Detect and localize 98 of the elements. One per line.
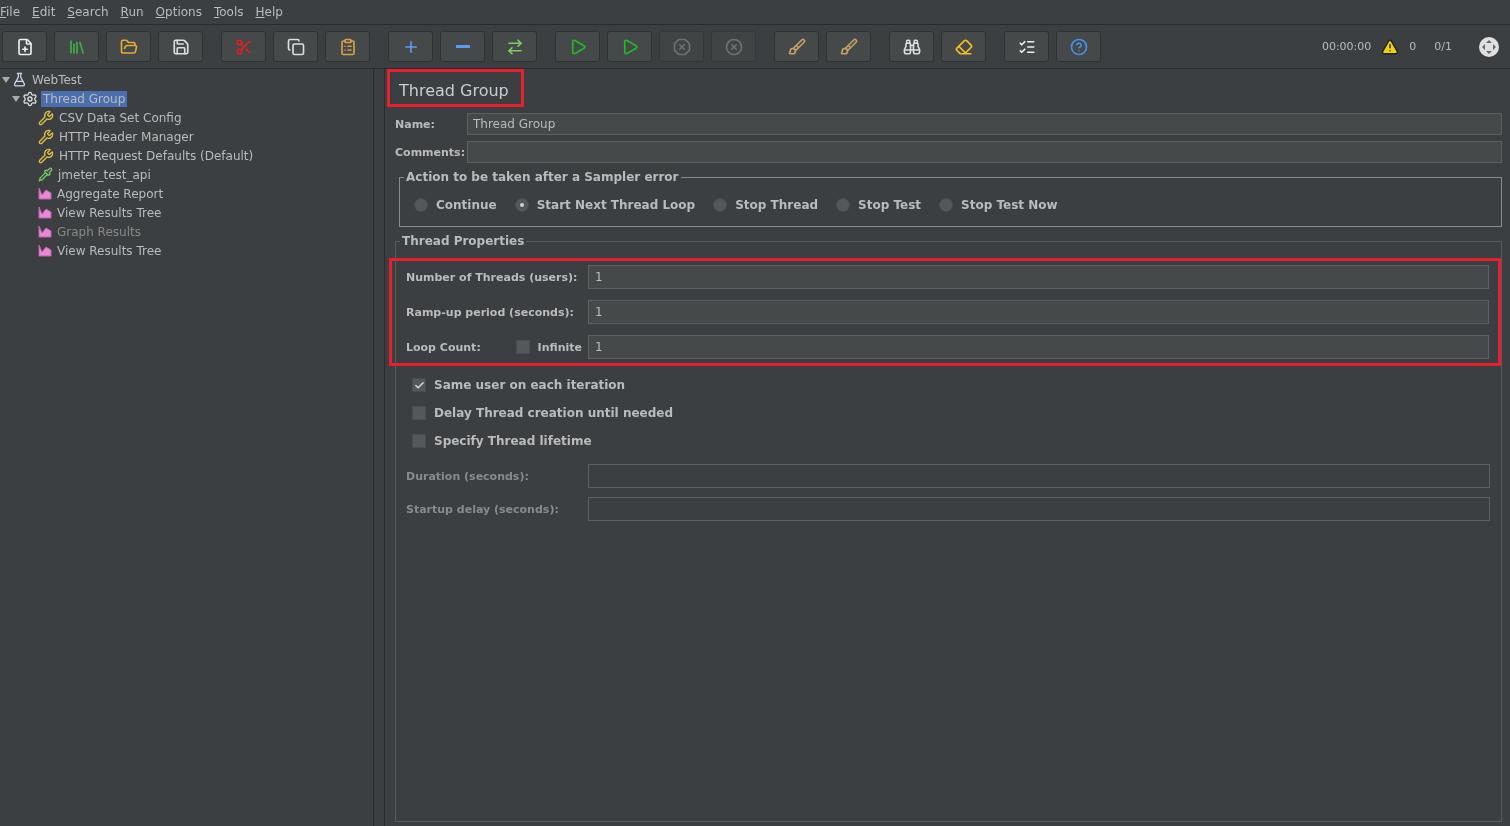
option-label: Continue (436, 198, 497, 212)
templates-button[interactable] (54, 31, 99, 62)
menu-item[interactable]: Search (67, 5, 109, 19)
pipette-icon (38, 167, 53, 182)
field-label: Name: (395, 117, 436, 131)
help-icon (1069, 37, 1088, 56)
tree-item[interactable]: Aggregate Report (55, 185, 166, 202)
option-label: Stop Test Now (961, 198, 1058, 212)
radio-button[interactable] (414, 198, 428, 212)
binoculars-icon (902, 37, 921, 56)
functions-button[interactable] (1004, 31, 1049, 62)
chart-icon (38, 206, 52, 219)
checkbox-label: Specify Thread lifetime (434, 434, 592, 448)
warning-icon (1381, 37, 1400, 56)
checkbox-label: Delay Thread creation until needed (434, 406, 674, 420)
paste-button[interactable] (325, 31, 370, 62)
menu-item[interactable]: Run (120, 5, 144, 19)
save-icon (171, 37, 190, 56)
expand-button[interactable] (388, 31, 433, 62)
field-label: Ramp-up period (seconds): (406, 305, 575, 319)
cut-button[interactable] (221, 31, 266, 62)
tree-toggle-icon[interactable] (12, 94, 20, 103)
copy-button[interactable] (273, 31, 318, 62)
cut-icon (234, 37, 253, 56)
comments-field[interactable] (467, 141, 1502, 163)
ramp-up-field[interactable]: 1 (588, 300, 1489, 324)
menu-item[interactable]: Edit (32, 5, 56, 19)
expand-icon[interactable] (1478, 35, 1500, 58)
field-label: Number of Threads (users): (406, 270, 579, 284)
radio-button[interactable] (836, 198, 851, 212)
toggle-arrows-icon (505, 37, 524, 56)
radio-button[interactable] (939, 198, 954, 212)
paste-icon (338, 37, 357, 56)
open-button[interactable] (106, 31, 151, 62)
clear-button[interactable] (774, 31, 819, 62)
checkbox[interactable] (515, 340, 530, 354)
books-icon (67, 37, 86, 56)
field-label: Duration (seconds): (406, 469, 530, 483)
elapsed-time: 00:00:00 (1321, 40, 1372, 53)
tree-item[interactable]: View Results Tree (55, 242, 164, 259)
loop-count-field[interactable]: 1 (588, 335, 1489, 359)
start-button[interactable] (555, 31, 600, 62)
menu-item[interactable]: Tools (213, 5, 244, 19)
warning-count: 0 (1409, 40, 1417, 53)
minus-icon (455, 45, 470, 48)
option-label: Start Next Thread Loop (536, 198, 696, 212)
field-label: Startup delay (seconds): (406, 502, 560, 516)
eraser-icon (954, 37, 973, 56)
flask-icon (12, 72, 27, 87)
copy-icon (286, 37, 305, 56)
collapse-button[interactable] (440, 31, 485, 62)
tree-item[interactable]: HTTP Request Defaults (Default) (57, 147, 256, 164)
menu-item[interactable]: Options (155, 5, 202, 19)
folder-icon (119, 37, 138, 56)
name-field[interactable]: Thread Group (467, 113, 1502, 135)
group-title: Action to be taken after a Sampler error (404, 170, 681, 184)
tree-item[interactable]: jmeter_test_api (56, 166, 153, 183)
radio-button[interactable] (514, 198, 529, 212)
help-button[interactable] (1056, 31, 1101, 62)
tree-item[interactable]: CSV Data Set Config (57, 109, 184, 126)
wrench-icon (38, 147, 54, 164)
gear-icon (22, 90, 38, 107)
checkbox[interactable] (412, 378, 426, 392)
checkbox-label: Same user on each iteration (434, 378, 626, 392)
checkbox[interactable] (412, 434, 426, 448)
chart-icon (38, 244, 52, 257)
new-file-icon (15, 37, 34, 56)
shutdown-icon (724, 37, 743, 56)
panel-title: Thread Group (387, 69, 524, 107)
chart-icon (38, 187, 52, 200)
clear-all-button[interactable] (826, 31, 871, 62)
thread-count: 0/1 (1434, 40, 1452, 53)
tree-item[interactable]: WebTest (30, 71, 84, 88)
new-button[interactable] (2, 31, 47, 62)
tree-item[interactable]: HTTP Header Manager (57, 128, 196, 145)
tree-toggle-icon[interactable] (2, 75, 10, 84)
toggle-button[interactable] (492, 31, 537, 62)
field-label: Loop Count: (406, 340, 481, 354)
option-label: Stop Test (858, 198, 922, 212)
brush-icon (787, 37, 806, 56)
chart-icon (38, 225, 52, 238)
group-title: Thread Properties (400, 234, 527, 248)
stop-icon (672, 37, 691, 56)
wrench-icon (38, 128, 54, 145)
option-label: Stop Thread (735, 198, 819, 212)
start-no-pause-button[interactable] (607, 31, 652, 62)
radio-button[interactable] (713, 198, 728, 212)
wrench-icon (38, 109, 54, 126)
menu-item[interactable]: File (0, 5, 21, 19)
menu-item[interactable]: Help (255, 5, 283, 19)
checkbox[interactable] (412, 406, 426, 420)
search-button[interactable] (889, 31, 934, 62)
checkbox-label: Infinite (537, 340, 582, 354)
brush-icon (839, 37, 858, 56)
threads-field[interactable]: 1 (588, 265, 1489, 289)
save-button[interactable] (158, 31, 203, 62)
tree-item[interactable]: View Results Tree (55, 204, 164, 221)
reset-search-button[interactable] (941, 31, 986, 62)
